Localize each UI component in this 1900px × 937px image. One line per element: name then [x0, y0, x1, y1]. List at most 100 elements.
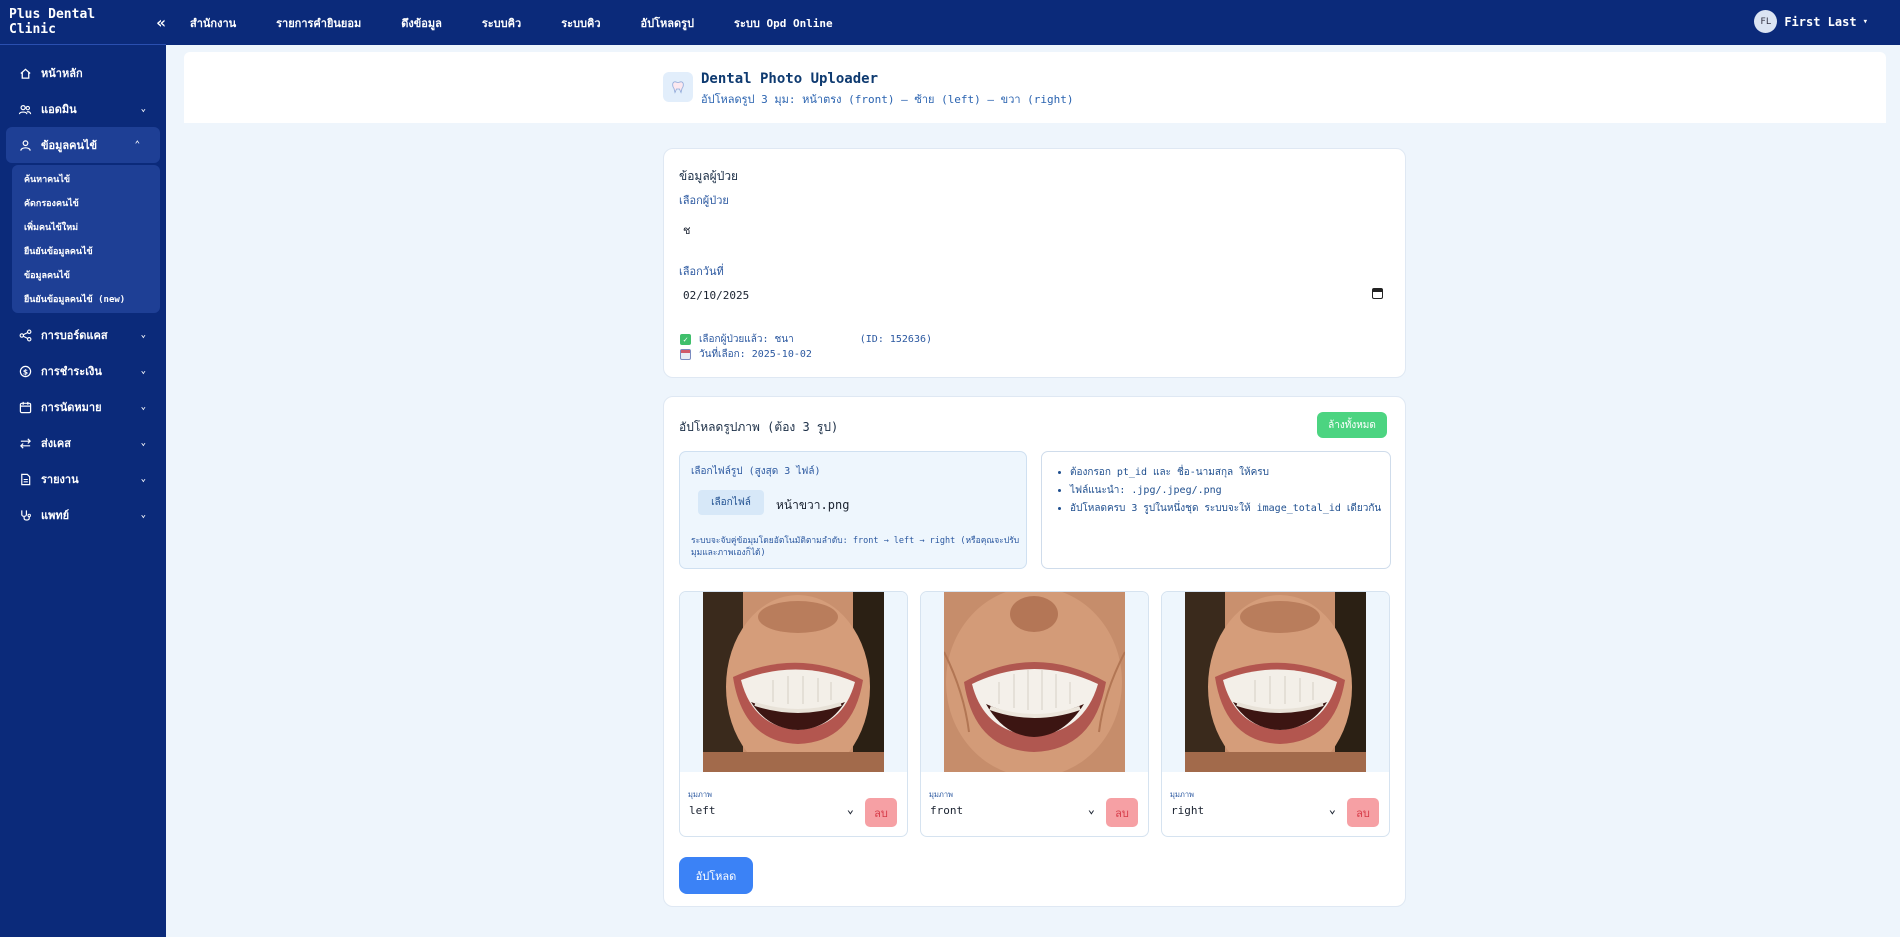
sidebar-item-payment[interactable]: $ การชำระเงิน ⌄ — [0, 353, 166, 389]
sidebar-item-label: การบอร์ดแคส — [41, 329, 108, 342]
upload-button[interactable]: อัปโหลด — [679, 857, 753, 894]
sidebar-item-label: การนัดหมาย — [41, 401, 102, 414]
avatar: FL — [1754, 10, 1778, 33]
sidebar-subitem-search-patient[interactable]: ค้นหาคนไข้ — [12, 167, 160, 191]
stethoscope-icon — [18, 508, 32, 522]
note-item: ต้องกรอก pt_id และ ชื่อ-นามสกุล ให้ครบ — [1070, 464, 1381, 482]
file-picker-label: เลือกไฟล์รูป (สูงสุด 3 ไฟล์) — [691, 466, 821, 477]
users-icon — [18, 102, 32, 116]
delete-photo-button[interactable]: ลบ — [1106, 798, 1138, 827]
chevron-down-icon: ⌄ — [140, 474, 146, 484]
sidebar-subitem-add-patient[interactable]: เพิ่มคนไข้ใหม่ — [12, 215, 160, 239]
sidebar-item-broadcast[interactable]: การบอร์ดแคส ⌄ — [0, 317, 166, 353]
chosen-file-name: หน้าขวา.png — [776, 498, 850, 512]
topnav-item-opd-online[interactable]: ระบบ Opd Online — [734, 14, 833, 32]
chevron-down-icon: ⌄ — [140, 510, 146, 520]
choose-file-button[interactable]: เลือกไฟล์ — [698, 490, 764, 515]
top-bar: Plus Dental Clinic « สำนักงาน รายการคำยิ… — [0, 0, 1900, 45]
delete-photo-button[interactable]: ลบ — [865, 798, 897, 827]
chevron-down-icon: ⌄ — [140, 366, 146, 376]
chevron-down-icon: ▾ — [1862, 16, 1868, 27]
home-icon — [18, 66, 32, 80]
page-title: Dental Photo Uploader — [701, 71, 879, 87]
angle-select-value: front — [930, 804, 964, 817]
sidebar-submenu: ค้นหาคนไข้ คัดกรองคนไข้ เพิ่มคนไข้ใหม่ ย… — [12, 165, 160, 313]
note-item: ไฟล์แนะนำ: .jpg/.jpeg/.png — [1070, 482, 1381, 500]
main-content: Dental Photo Uploader อัปโหลดรูป 3 มุม: … — [184, 52, 1886, 937]
select-patient-label: เลือกผู้ป่วย — [679, 194, 729, 207]
clear-all-button[interactable]: ล้างทั้งหมด — [1317, 412, 1387, 438]
photo-preview-area — [1162, 592, 1389, 772]
angle-label: มุมภาพ — [688, 790, 712, 799]
selected-date-text: วันที่เลือก: 2025-10-02 — [699, 349, 812, 360]
svg-text:$: $ — [22, 367, 27, 376]
sidebar-subitem-patient-info[interactable]: ข้อมูลคนไข้ — [12, 263, 160, 287]
chevron-down-icon: ⌄ — [140, 438, 146, 448]
page-subtitle: อัปโหลดรูป 3 มุม: หน้าตรง (front) – ซ้าย… — [701, 93, 1074, 106]
sidebar-item-patient-info[interactable]: ข้อมูลคนไข้ ⌃ — [6, 127, 160, 163]
chevron-down-icon: ⌄ — [140, 330, 146, 340]
user-icon — [18, 138, 32, 152]
check-icon: ✓ — [680, 334, 691, 345]
report-icon — [18, 472, 32, 486]
patient-select-value: ช — [683, 224, 691, 237]
user-menu[interactable]: FL First Last ▾ — [1754, 10, 1868, 33]
smile-photo-front — [944, 592, 1125, 772]
topnav-item-upload-photo[interactable]: อัปโหลดรูป — [641, 14, 695, 32]
photo-preview-area — [680, 592, 907, 772]
sidebar-subitem-confirm-patient-new[interactable]: ยืนยันข้อมูลคนไข้ (new) — [12, 287, 160, 311]
sidebar-item-label: ส่งเคส — [41, 437, 71, 450]
sidebar-item-label: หน้าหลัก — [41, 67, 83, 80]
selected-patient-info: ✓ เลือกผู้ป่วยแล้ว: ชนา (ID: 152636) — [680, 332, 932, 347]
angle-select[interactable]: front ⌄ — [930, 802, 1095, 820]
sidebar-item-label: แอดมิน — [41, 103, 77, 116]
top-nav: สำนักงาน รายการคำยินยอม ดึงข้อมูล ระบบคิ… — [190, 0, 873, 45]
photo-preview-area — [921, 592, 1148, 772]
sidebar-item-home[interactable]: หน้าหลัก — [0, 55, 166, 91]
tooth-icon — [663, 72, 693, 102]
calendar-icon[interactable] — [1372, 288, 1383, 299]
sidebar-item-doctor[interactable]: แพทย์ ⌄ — [0, 497, 166, 533]
smile-photo-left — [703, 592, 884, 772]
sidebar-item-label: การชำระเงิน — [41, 365, 102, 378]
brand-name: Plus Dental Clinic — [9, 7, 96, 37]
calendar-icon — [18, 400, 32, 414]
topnav-item-fetch-data[interactable]: ดึงข้อมูล — [401, 14, 442, 32]
sidebar-subitem-confirm-patient[interactable]: ยืนยันข้อมูลคนไข้ — [12, 239, 160, 263]
angle-select[interactable]: left ⌄ — [689, 802, 854, 820]
sidebar-subitem-screen-patient[interactable]: คัดกรองคนไข้ — [12, 191, 160, 215]
select-date-label: เลือกวันที่ — [679, 265, 724, 278]
sidebar-item-label: รายงาน — [41, 473, 79, 486]
angle-select[interactable]: right ⌄ — [1171, 802, 1336, 820]
angle-label: มุมภาพ — [929, 790, 953, 799]
user-name: First Last — [1784, 14, 1857, 29]
chevron-down-icon: ⌄ — [1328, 802, 1336, 816]
sidebar-item-send-case[interactable]: ส่งเคส ⌄ — [0, 425, 166, 461]
sidebar: หน้าหลัก แอดมิน ⌄ ข้อมูลคนไข้ ⌃ ค้นหาคนไ… — [0, 45, 166, 937]
auto-match-hint: ระบบจะจับคู่ข้อมุมโดยอัตโนมัติตามลำดับ: … — [691, 536, 1020, 558]
smile-photo-right — [1185, 592, 1366, 772]
date-input[interactable]: 02/10/2025 — [683, 284, 1383, 306]
brand: Plus Dental Clinic « — [0, 0, 166, 45]
photo-card-right: มุมภาพ right ⌄ ลบ — [1161, 591, 1390, 837]
sidebar-item-report[interactable]: รายงาน ⌄ — [0, 461, 166, 497]
topnav-item-queue-2[interactable]: ระบบคิว — [561, 14, 600, 32]
file-picker-box: เลือกไฟล์รูป (สูงสุด 3 ไฟล์) เลือกไฟล์ ห… — [679, 451, 1027, 569]
photo-card-front: มุมภาพ front ⌄ ลบ — [920, 591, 1149, 837]
double-chevron-left-icon[interactable]: « — [156, 13, 166, 32]
patient-id-text: (ID: 152636) — [859, 334, 933, 345]
chevron-down-icon: ⌄ — [1087, 802, 1095, 816]
sidebar-item-appointment[interactable]: การนัดหมาย ⌄ — [0, 389, 166, 425]
topnav-item-queue[interactable]: ระบบคิว — [482, 14, 521, 32]
note-item: อัปโหลดครบ 3 รูปในหนึ่งชุด ระบบจะให้ ima… — [1070, 500, 1381, 518]
patient-select[interactable]: ช — [683, 218, 1383, 240]
share-icon — [18, 328, 32, 342]
angle-select-value: left — [689, 804, 716, 817]
chevron-down-icon: ⌄ — [140, 104, 146, 114]
sidebar-item-label: ข้อมูลคนไข้ — [41, 139, 98, 152]
sidebar-item-admin[interactable]: แอดมิน ⌄ — [0, 91, 166, 127]
topnav-item-office[interactable]: สำนักงาน — [190, 14, 236, 32]
topnav-item-consent[interactable]: รายการคำยินยอม — [276, 14, 361, 32]
upload-card: อัปโหลดรูปภาพ (ต้อง 3 รูป) ล้างทั้งหมด เ… — [663, 396, 1406, 907]
delete-photo-button[interactable]: ลบ — [1347, 798, 1379, 827]
